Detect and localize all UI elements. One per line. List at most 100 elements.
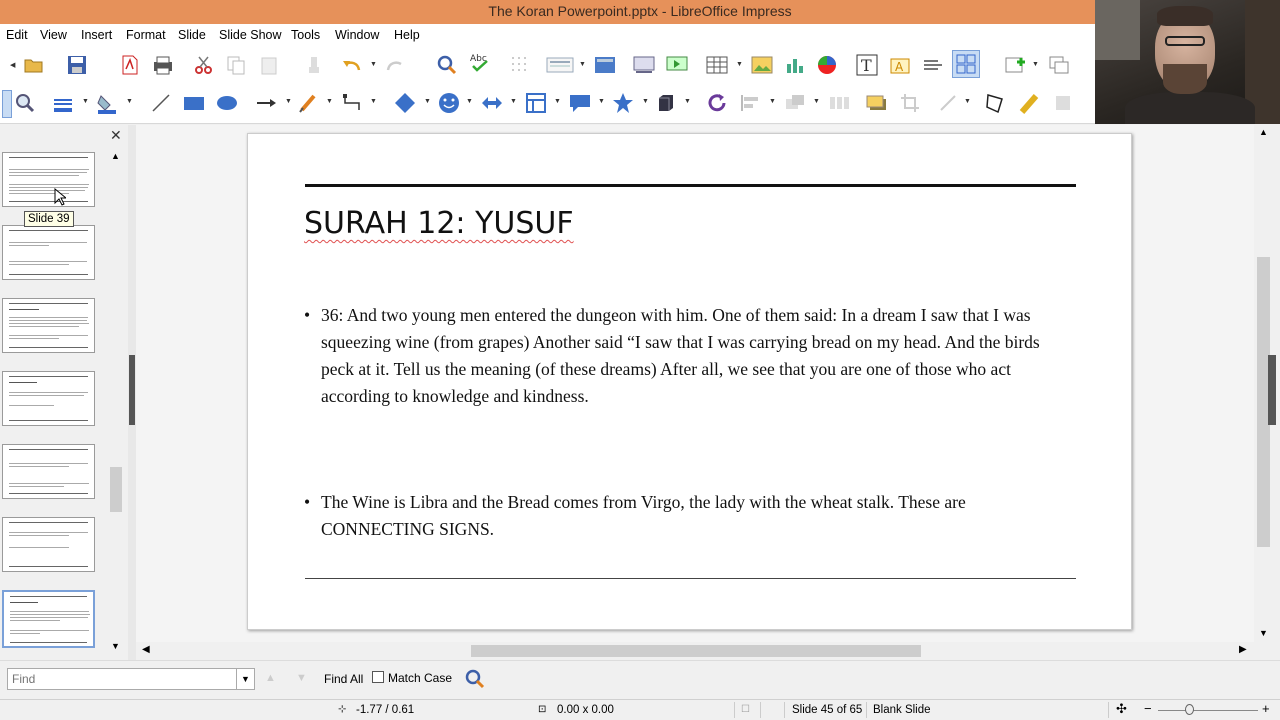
- lines-dropdown-icon[interactable]: ▼: [285, 98, 292, 105]
- basic-shapes-dropdown-icon[interactable]: ▼: [424, 98, 431, 105]
- slide-thumbnail[interactable]: [2, 298, 95, 353]
- stars-dropdown-icon[interactable]: ▼: [642, 98, 649, 105]
- slide-title[interactable]: SURAH 12: YUSUF: [304, 206, 574, 241]
- slide-thumbnail[interactable]: [2, 371, 95, 426]
- slide-thumbnail[interactable]: [2, 444, 95, 499]
- scroll-up-icon[interactable]: ▲: [1259, 127, 1268, 137]
- save-icon[interactable]: [66, 54, 88, 76]
- callouts-icon[interactable]: [568, 92, 590, 114]
- chevron-down-icon[interactable]: ▼: [236, 669, 254, 689]
- clone-formatting-icon[interactable]: [303, 54, 325, 76]
- zoom-out-icon[interactable]: −: [1144, 701, 1152, 716]
- slide-canvas[interactable]: SURAH 12: YUSUF • 36: And two young men …: [247, 133, 1132, 630]
- arrow-line-icon[interactable]: [256, 92, 278, 114]
- find-combobox[interactable]: ▼: [7, 668, 255, 690]
- scroll-up-icon[interactable]: ▲: [111, 151, 120, 161]
- zoom-slider-thumb[interactable]: [1185, 704, 1194, 715]
- menu-slide[interactable]: Slide: [178, 28, 206, 42]
- shadow-icon[interactable]: [866, 92, 888, 114]
- document-modified-icon[interactable]: ☐: [741, 704, 750, 715]
- arrange-dropdown-icon[interactable]: ▼: [813, 98, 820, 105]
- connectors-icon[interactable]: [342, 92, 364, 114]
- fill-color-dropdown-icon[interactable]: ▼: [126, 98, 133, 105]
- horizontal-scrollbar[interactable]: ◀ ▶: [136, 642, 1254, 660]
- select-icon[interactable]: [2, 90, 12, 118]
- menu-edit[interactable]: Edit: [6, 28, 28, 42]
- slide-thumbnail[interactable]: [2, 152, 95, 207]
- symbol-shapes-icon[interactable]: [438, 92, 460, 114]
- menu-tools[interactable]: Tools: [291, 28, 320, 42]
- table-icon[interactable]: [706, 54, 728, 76]
- slide-bullet[interactable]: • The Wine is Libra and the Bread comes …: [304, 489, 1064, 543]
- points-icon[interactable]: [984, 92, 1006, 114]
- new-dropdown-icon[interactable]: ◀: [10, 61, 15, 69]
- find-replace-icon[interactable]: [464, 668, 486, 690]
- block-arrows-icon[interactable]: [481, 92, 503, 114]
- undo-dropdown-icon[interactable]: ▼: [370, 61, 377, 68]
- fill-color-icon[interactable]: [96, 92, 118, 114]
- find-input[interactable]: [8, 669, 236, 689]
- image-icon[interactable]: [751, 54, 773, 76]
- filter-dropdown-icon[interactable]: ▼: [964, 98, 971, 105]
- rotate-icon[interactable]: [706, 92, 728, 114]
- find-all-button[interactable]: Find All: [324, 672, 363, 686]
- display-views-icon[interactable]: [545, 54, 575, 76]
- 3d-objects-icon[interactable]: [655, 92, 677, 114]
- duplicate-slide-icon[interactable]: [1048, 54, 1070, 76]
- new-slide-dropdown-icon[interactable]: ▼: [1032, 61, 1039, 68]
- display-grid-icon[interactable]: [952, 50, 980, 78]
- find-replace-icon[interactable]: [436, 54, 458, 76]
- symbol-shapes-dropdown-icon[interactable]: ▼: [466, 98, 473, 105]
- export-pdf-icon[interactable]: [119, 54, 141, 76]
- fit-slide-icon[interactable]: ✣: [1116, 701, 1127, 717]
- rectangle-icon[interactable]: [183, 92, 205, 114]
- slide-bullet[interactable]: • 36: And two young men entered the dung…: [304, 302, 1064, 410]
- zoom-pan-icon[interactable]: [14, 92, 36, 114]
- copy-icon[interactable]: [225, 54, 247, 76]
- basic-shapes-icon[interactable]: [394, 92, 416, 114]
- horizontal-scroll-thumb[interactable]: [471, 645, 921, 657]
- chart-icon[interactable]: [784, 54, 806, 76]
- views-dropdown-icon[interactable]: ▼: [579, 61, 586, 68]
- master-slide-icon[interactable]: [594, 54, 616, 76]
- panel-scrollbar[interactable]: ▲ ▼: [108, 147, 124, 655]
- stars-icon[interactable]: [612, 92, 634, 114]
- slide-thumbnail[interactable]: [2, 517, 95, 572]
- panel-splitter[interactable]: [128, 125, 136, 660]
- flowchart-dropdown-icon[interactable]: ▼: [554, 98, 561, 105]
- line-color-dropdown-icon[interactable]: ▼: [82, 98, 89, 105]
- connectors-dropdown-icon[interactable]: ▼: [370, 98, 377, 105]
- menu-slide-show[interactable]: Slide Show: [219, 28, 282, 42]
- media-icon[interactable]: [816, 54, 838, 76]
- close-icon[interactable]: ✕: [110, 127, 122, 144]
- menu-help[interactable]: Help: [394, 28, 420, 42]
- menu-window[interactable]: Window: [335, 28, 379, 42]
- new-slide-icon[interactable]: [1004, 54, 1026, 76]
- find-next-icon[interactable]: ▼: [296, 672, 307, 684]
- slide-thumbnail-selected[interactable]: [2, 590, 95, 648]
- scroll-down-icon[interactable]: ▼: [111, 641, 120, 651]
- scroll-down-icon[interactable]: ▼: [1259, 628, 1268, 638]
- start-first-slide-icon[interactable]: [633, 54, 655, 76]
- start-current-slide-icon[interactable]: [666, 54, 688, 76]
- crop-icon[interactable]: [900, 92, 922, 114]
- print-icon[interactable]: [152, 54, 174, 76]
- align-dropdown-icon[interactable]: ▼: [769, 98, 776, 105]
- scroll-right-icon[interactable]: ▶: [1239, 644, 1247, 655]
- spelling-icon[interactable]: Abc: [469, 52, 491, 74]
- grid-icon[interactable]: [509, 54, 531, 76]
- menu-format[interactable]: Format: [126, 28, 166, 42]
- arrange-icon[interactable]: [784, 92, 806, 114]
- filter-icon[interactable]: [938, 92, 960, 114]
- menu-view[interactable]: View: [40, 28, 67, 42]
- zoom-in-icon[interactable]: +: [1262, 701, 1270, 716]
- redo-icon[interactable]: [384, 54, 406, 76]
- slide-thumbnail[interactable]: [2, 225, 95, 280]
- panel-scroll-thumb[interactable]: [110, 467, 122, 512]
- curves-icon[interactable]: [298, 92, 320, 114]
- paste-icon[interactable]: [258, 54, 280, 76]
- distribute-icon[interactable]: [828, 92, 850, 114]
- menu-insert[interactable]: Insert: [81, 28, 112, 42]
- ellipse-icon[interactable]: [216, 92, 238, 114]
- match-case-checkbox[interactable]: [372, 671, 384, 683]
